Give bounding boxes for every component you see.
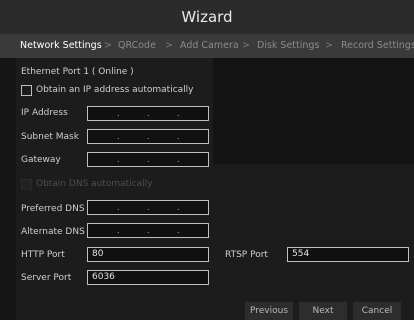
- ip-dot: .: [177, 109, 180, 118]
- http-port-label: HTTP Port: [21, 250, 65, 260]
- rtsp-port-label: RTSP Port: [225, 250, 268, 260]
- ip-dot: .: [177, 132, 180, 141]
- gateway-input[interactable]: . . .: [87, 152, 209, 167]
- ip-dot: .: [147, 132, 150, 141]
- ethernet-port-status: Ethernet Port 1 ( Online ): [21, 67, 134, 77]
- next-button[interactable]: Next: [299, 302, 347, 320]
- ip-dot: .: [177, 155, 180, 164]
- alternate-dns-input[interactable]: . . .: [87, 223, 209, 238]
- ip-address-label: IP Address: [21, 108, 68, 118]
- ip-dot: .: [147, 203, 150, 212]
- step-network-settings[interactable]: Network Settings: [20, 34, 102, 58]
- ip-dot: .: [177, 203, 180, 212]
- alternate-dns-label: Alternate DNS: [21, 227, 85, 237]
- server-port-input[interactable]: 6036: [87, 270, 209, 285]
- obtain-ip-label: Obtain an IP address automatically: [36, 85, 194, 95]
- ip-dot: .: [117, 226, 120, 235]
- obtain-dns-checkbox[interactable]: [21, 179, 32, 190]
- step-add-camera[interactable]: Add Camera: [180, 34, 239, 58]
- preferred-dns-label: Preferred DNS: [21, 204, 85, 214]
- ip-dot: .: [117, 203, 120, 212]
- previous-button[interactable]: Previous: [245, 302, 293, 320]
- ip-dot: .: [147, 226, 150, 235]
- network-info-area: [213, 58, 414, 164]
- ip-dot: .: [147, 155, 150, 164]
- wizard-title: Wizard: [0, 0, 414, 34]
- gateway-label: Gateway: [21, 155, 61, 165]
- step-separator: >: [242, 40, 250, 51]
- subnet-mask-input[interactable]: . . .: [87, 129, 209, 144]
- ip-dot: .: [117, 132, 120, 141]
- step-separator: >: [104, 40, 112, 51]
- wizard-steps: Network Settings > QRCode > Add Camera >…: [0, 34, 414, 58]
- ip-dot: .: [147, 109, 150, 118]
- obtain-dns-label: Obtain DNS automatically: [36, 179, 153, 189]
- ip-dot: .: [177, 226, 180, 235]
- preferred-dns-input[interactable]: . . .: [87, 200, 209, 215]
- rtsp-port-input[interactable]: 554: [287, 247, 409, 262]
- step-disk-settings[interactable]: Disk Settings: [257, 34, 319, 58]
- ip-dot: .: [117, 109, 120, 118]
- ip-address-input[interactable]: . . .: [87, 106, 209, 121]
- step-separator: >: [165, 40, 173, 51]
- cancel-button[interactable]: Cancel: [353, 302, 401, 320]
- step-separator: >: [325, 40, 333, 51]
- subnet-mask-label: Subnet Mask: [21, 132, 79, 142]
- ip-dot: .: [117, 155, 120, 164]
- step-record-settings[interactable]: Record Settings: [341, 34, 414, 58]
- server-port-label: Server Port: [21, 273, 72, 283]
- http-port-input[interactable]: 80: [87, 247, 209, 262]
- step-qrcode[interactable]: QRCode: [118, 34, 156, 58]
- obtain-ip-checkbox[interactable]: [21, 85, 32, 96]
